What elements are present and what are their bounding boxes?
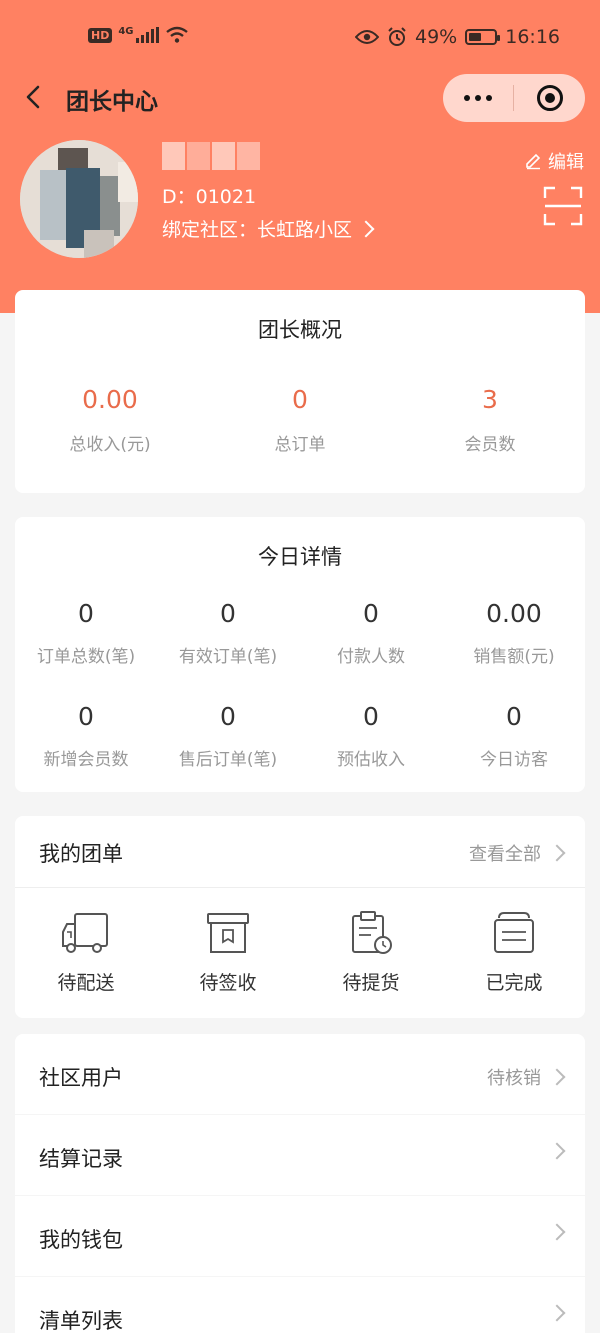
menu-item-right <box>548 1304 566 1322</box>
order-status-pending-delivery[interactable]: 待配送 <box>15 910 157 995</box>
menu-item-community-users[interactable]: 社区用户 待核销 <box>15 1034 585 1114</box>
menu-item-label: 结算记录 <box>39 1147 123 1171</box>
menu-item-hint: 待核销 <box>487 1068 541 1089</box>
overview-stat-income[interactable]: 0.00 总收入(元) <box>15 385 205 455</box>
miniapp-capsule <box>443 74 585 122</box>
overview-card: 团长概况 0.00 总收入(元) 0 总订单 3 会员数 <box>15 290 585 493</box>
today-stat: 0 预估收入 <box>300 702 442 770</box>
stat-value: 0 <box>292 385 308 414</box>
stat-value: 0.00 <box>82 385 138 414</box>
menu-item-label: 清单列表 <box>39 1309 123 1333</box>
today-card: 今日详情 0 订单总数(笔) 0 有效订单(笔) 0 付款人数 0.00 销售额(元) … <box>15 517 585 792</box>
stat-label: 售后订单(笔) <box>178 750 278 770</box>
stat-label: 销售额(元) <box>473 647 555 667</box>
stat-value: 0 <box>220 702 236 731</box>
view-all-label: 查看全部 <box>469 844 541 865</box>
chevron-right-icon <box>548 1068 566 1086</box>
edit-pencil-icon <box>526 153 541 170</box>
menu-item-list[interactable]: 清单列表 <box>15 1277 585 1333</box>
order-status-label: 待签收 <box>199 972 257 994</box>
chevron-right-icon <box>548 1223 566 1241</box>
stat-label: 总收入(元) <box>69 435 151 455</box>
stat-label: 总订单 <box>274 435 326 455</box>
view-all-link[interactable]: 查看全部 <box>469 840 566 866</box>
page-title: 团长中心 <box>66 89 158 115</box>
today-stat: 0 付款人数 <box>300 599 442 667</box>
chevron-right-icon <box>357 220 375 237</box>
edit-button[interactable]: 编辑 <box>524 148 584 174</box>
signal-icon <box>135 27 159 43</box>
community-link[interactable]: 绑定社区：长虹路小区 <box>162 215 375 242</box>
more-dots-icon[interactable] <box>443 74 513 122</box>
chevron-right-icon <box>548 1304 566 1322</box>
order-status-label: 待提货 <box>342 972 400 994</box>
clipboard-clock-icon <box>352 911 392 954</box>
stat-label: 预估收入 <box>337 750 405 770</box>
stack-tray-icon <box>494 912 534 953</box>
stat-value: 0.00 <box>486 599 542 628</box>
stat-label: 会员数 <box>464 435 516 455</box>
user-id: D：01021 <box>162 186 257 208</box>
today-stat: 0.00 销售额(元) <box>443 599 585 667</box>
battery-percent: 49% <box>415 26 458 48</box>
nav-bar: 团长中心 <box>0 70 600 126</box>
menu-item-label: 我的钱包 <box>39 1228 123 1252</box>
today-title: 今日详情 <box>258 545 342 569</box>
today-stat: 0 售后订单(笔) <box>157 702 299 770</box>
stat-value: 3 <box>482 385 498 414</box>
stat-value: 0 <box>363 702 379 731</box>
menu-item-right <box>548 1142 566 1160</box>
stat-value: 0 <box>506 702 522 731</box>
today-stat: 0 新增会员数 <box>15 702 157 770</box>
scan-icon[interactable] <box>543 186 583 226</box>
avatar[interactable] <box>20 140 138 258</box>
stat-label: 有效订单(笔) <box>178 647 278 667</box>
stat-value: 0 <box>78 599 94 628</box>
wifi-icon <box>165 26 188 43</box>
stat-label: 订单总数(笔) <box>36 647 136 667</box>
order-status-completed[interactable]: 已完成 <box>443 910 585 995</box>
order-status-label: 已完成 <box>485 972 543 994</box>
order-status-pending-pickup[interactable]: 待提货 <box>300 910 442 995</box>
network-type: 4G <box>118 25 134 37</box>
overview-title: 团长概况 <box>258 318 342 342</box>
clock-time: 16:16 <box>505 26 560 48</box>
stat-value: 0 <box>220 599 236 628</box>
today-stat: 0 订单总数(笔) <box>15 599 157 667</box>
status-bar: HD 4G 49% 16:16 <box>0 20 600 56</box>
battery-icon <box>465 29 501 45</box>
menu-item-settlement-records[interactable]: 结算记录 <box>15 1115 585 1195</box>
menu-item-right: 待核销 <box>487 1064 566 1090</box>
eye-icon <box>355 30 379 44</box>
hd-badge: HD <box>88 27 113 43</box>
menu-item-label: 社区用户 <box>39 1066 123 1090</box>
chevron-right-icon <box>548 844 566 862</box>
today-stat: 0 有效订单(笔) <box>157 599 299 667</box>
order-status-pending-receipt[interactable]: 待签收 <box>157 910 299 995</box>
today-stat: 0 今日访客 <box>443 702 585 770</box>
stat-label: 新增会员数 <box>43 750 129 770</box>
my-orders-header: 我的团单 查看全部 <box>15 816 585 888</box>
community-label: 绑定社区：长虹路小区 <box>162 219 353 241</box>
overview-stat-orders[interactable]: 0 总订单 <box>205 385 395 455</box>
box-icon <box>207 913 249 953</box>
close-target-icon[interactable] <box>514 74 585 122</box>
alarm-icon <box>388 27 406 46</box>
stat-value: 0 <box>78 702 94 731</box>
menu-item-my-wallet[interactable]: 我的钱包 <box>15 1196 585 1276</box>
menu-item-right <box>548 1223 566 1241</box>
edit-label: 编辑 <box>548 152 584 173</box>
order-status-label: 待配送 <box>57 972 115 994</box>
back-arrow-icon[interactable] <box>20 82 50 112</box>
stat-label: 付款人数 <box>337 647 405 667</box>
overview-stat-members[interactable]: 3 会员数 <box>395 385 585 455</box>
my-orders-title: 我的团单 <box>39 842 123 866</box>
chevron-right-icon <box>548 1142 566 1160</box>
my-orders-card: 我的团单 查看全部 待配送 待签收 待提货 已完成 <box>15 816 585 1018</box>
stat-label: 今日访客 <box>480 750 548 770</box>
truck-icon <box>62 913 108 953</box>
stat-value: 0 <box>363 599 379 628</box>
user-name-redacted <box>162 142 260 170</box>
